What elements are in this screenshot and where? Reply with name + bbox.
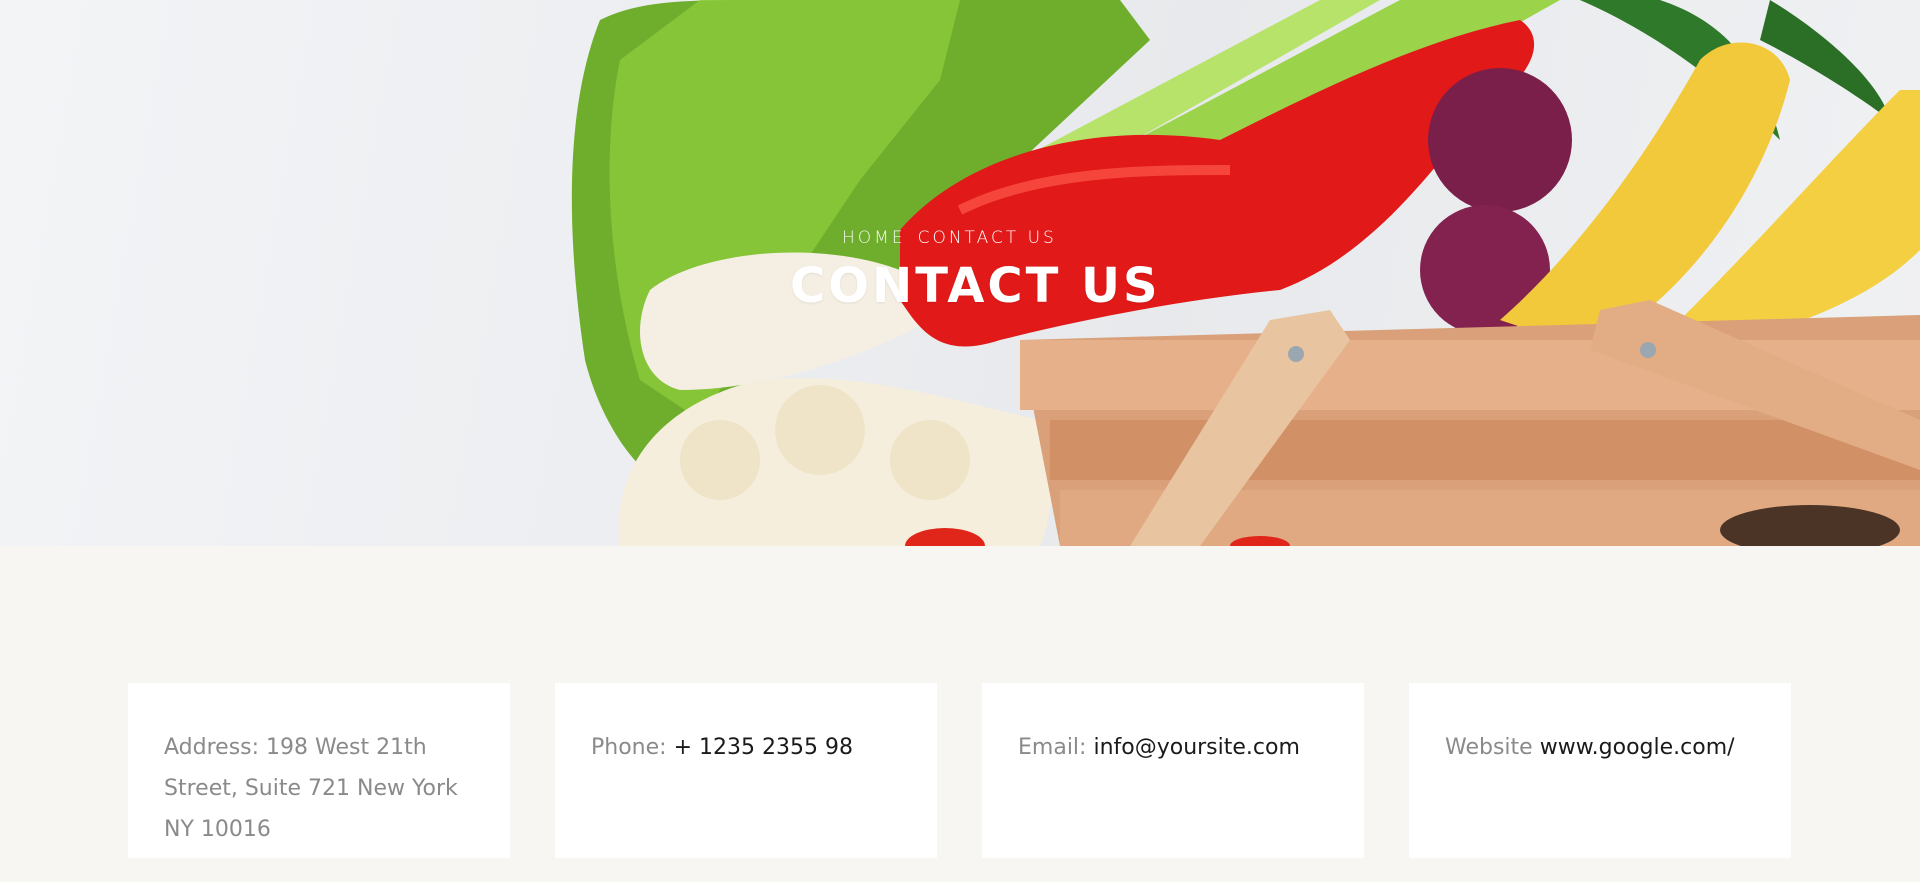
email-label: Email: (1018, 735, 1087, 760)
breadcrumb: Home Contact Us (842, 228, 1057, 248)
breadcrumb-current: Contact Us (917, 228, 1057, 248)
phone-link[interactable]: + 1235 2355 98 (674, 735, 853, 760)
phone-label: Phone: (591, 735, 667, 760)
phone-card: Phone: + 1235 2355 98 (555, 683, 937, 858)
address-text: Address: 198 West 21th Street, Suite 721… (164, 727, 474, 850)
phone-text: Phone: + 1235 2355 98 (591, 727, 901, 768)
website-text: Website www.google.com/ (1445, 727, 1755, 768)
website-link[interactable]: www.google.com/ (1540, 735, 1735, 760)
website-label: Website (1445, 735, 1533, 760)
address-label: Address: (164, 735, 260, 760)
website-card: Website www.google.com/ (1409, 683, 1791, 858)
hero-banner: Home Contact Us CONTACT US (0, 0, 1920, 546)
email-card: Email: info@yoursite.com (982, 683, 1364, 858)
email-link[interactable]: info@yoursite.com (1093, 735, 1299, 760)
page-title: CONTACT US (790, 258, 1161, 314)
email-text: Email: info@yoursite.com (1018, 727, 1328, 768)
breadcrumb-home-link[interactable]: Home (842, 228, 906, 248)
address-card: Address: 198 West 21th Street, Suite 721… (128, 683, 510, 858)
contact-info-cards: Address: 198 West 21th Street, Suite 721… (128, 683, 1791, 858)
